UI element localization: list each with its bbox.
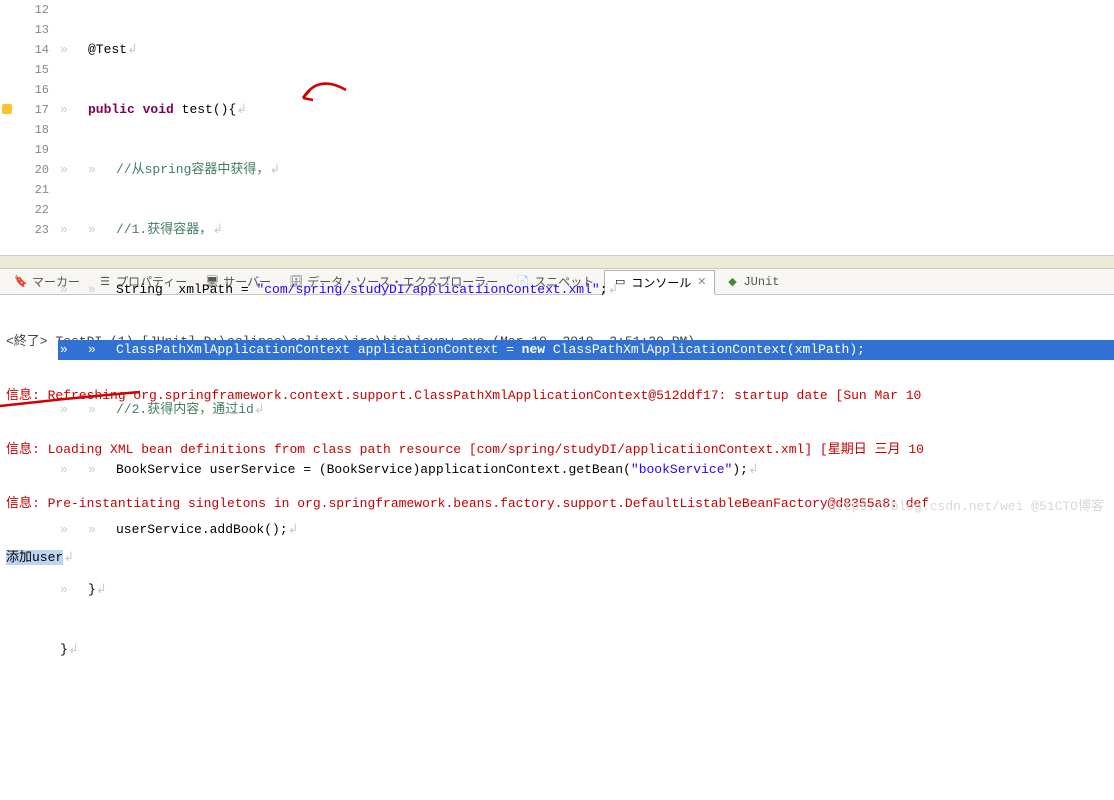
code-line: »»String xmlPath = "com/spring/studyDI/a… <box>58 280 1114 300</box>
line-number: 22 <box>0 200 49 220</box>
code-line: »public void test(){↲ <box>58 100 1114 120</box>
code-line: »»//从spring容器中获得，↲ <box>58 160 1114 180</box>
line-number: 21 <box>0 180 49 200</box>
code-line: »»//2.获得内容，通过id↲ <box>58 400 1114 420</box>
code-line-selected: »»ClassPathXmlApplicationContext applica… <box>58 340 1114 360</box>
line-number-warning: 17 <box>0 100 49 120</box>
line-number: 15 <box>0 60 49 80</box>
watermark: https://blog.csdn.net/wei @51CTO博客 <box>828 495 1104 514</box>
code-area[interactable]: »@Test↲ »public void test(){↲ »»//从sprin… <box>58 0 1114 255</box>
line-number: 19 <box>0 140 49 160</box>
code-line: }↲ <box>58 640 1114 660</box>
code-line: »»BookService userService = (BookService… <box>58 460 1114 480</box>
console-line: 添加user↲ <box>6 549 1108 567</box>
line-number: 13 <box>0 20 49 40</box>
code-editor[interactable]: 12 13 14 15 16 17 18 19 20 21 22 23 »@Te… <box>0 0 1114 255</box>
line-number: 20 <box>0 160 49 180</box>
code-line: »}↲ <box>58 580 1114 600</box>
line-number: 18 <box>0 120 49 140</box>
code-line: »»//1.获得容器，↲ <box>58 220 1114 240</box>
line-number: 23 <box>0 220 49 240</box>
line-number: 12 <box>0 0 49 20</box>
line-number: 16 <box>0 80 49 100</box>
code-line: »»userService.addBook();↲ <box>58 520 1114 540</box>
code-line: »@Test↲ <box>58 40 1114 60</box>
bookmark-icon: 🔖 <box>14 275 28 289</box>
line-number: 14 <box>0 40 49 60</box>
code-line <box>58 700 1114 720</box>
highlighted-output: 添加user <box>6 550 63 565</box>
line-number-gutter: 12 13 14 15 16 17 18 19 20 21 22 23 <box>0 0 58 255</box>
